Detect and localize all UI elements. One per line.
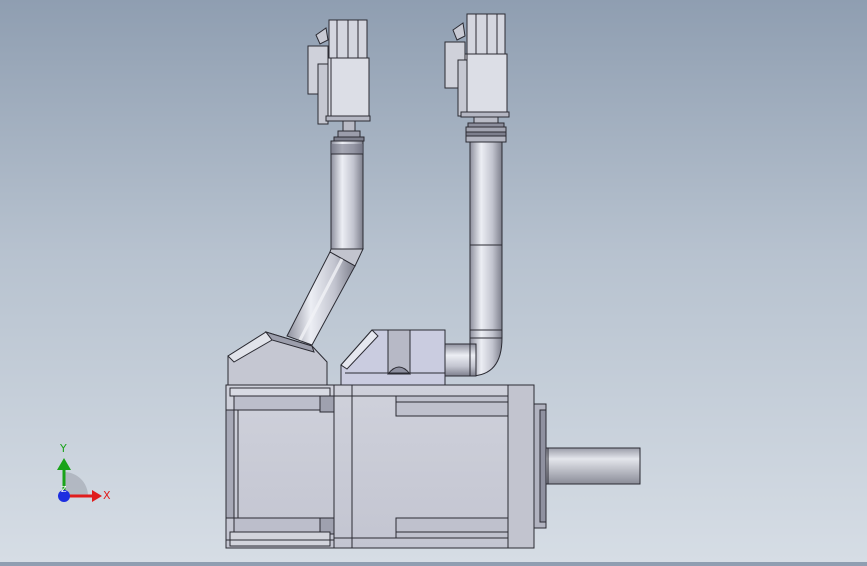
motor-shaft[interactable] xyxy=(545,447,641,485)
z-axis-label: Z xyxy=(61,485,67,494)
left-connector[interactable] xyxy=(307,19,371,125)
right-cable[interactable] xyxy=(443,13,510,377)
right-connector[interactable] xyxy=(444,13,510,118)
y-axis-label: Y xyxy=(59,442,67,455)
left-cable[interactable] xyxy=(286,19,371,346)
3d-viewport[interactable] xyxy=(0,0,867,562)
x-axis-label: X xyxy=(103,489,111,502)
motor-model[interactable] xyxy=(0,0,867,562)
coordinate-triad: Y X Z xyxy=(40,438,120,508)
motor-body[interactable] xyxy=(225,329,641,549)
